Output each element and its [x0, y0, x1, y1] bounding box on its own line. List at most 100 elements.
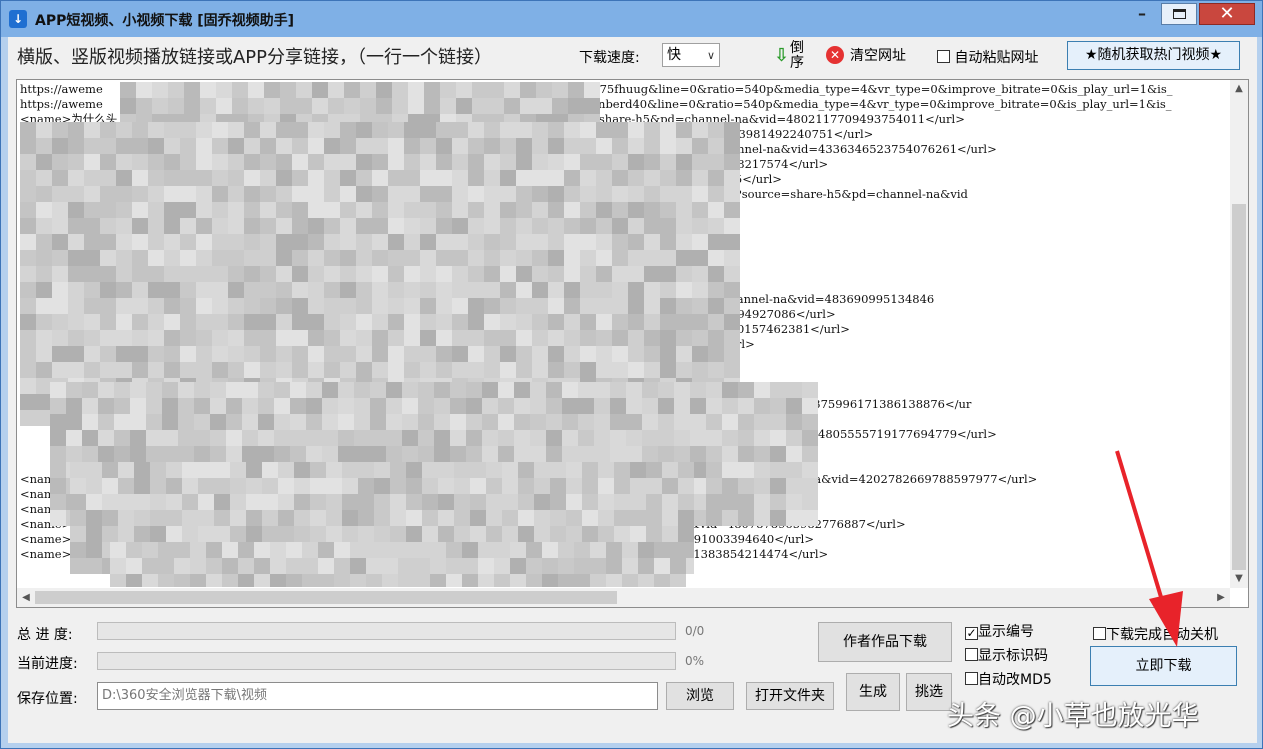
mosaic-cell: [290, 446, 306, 462]
checkbox-box[interactable]: [965, 648, 978, 661]
download-now-button[interactable]: 立即下载: [1090, 646, 1237, 686]
show-number-checkbox[interactable]: ✓显示编号: [965, 621, 1034, 641]
mosaic-cell: [594, 446, 610, 462]
mosaic-cell: [706, 446, 722, 462]
checkbox-box[interactable]: [937, 50, 950, 63]
mosaic-cell: [564, 282, 580, 298]
scroll-right-icon[interactable]: ▶: [1212, 588, 1230, 607]
mosaic-cell: [612, 218, 628, 234]
mosaic-cell: [136, 82, 152, 98]
mosaic-cell: [550, 494, 566, 510]
vertical-scroll-thumb[interactable]: [1232, 204, 1246, 570]
mosaic-cell: [356, 314, 372, 330]
mosaic-cell: [134, 478, 150, 494]
vertical-scrollbar[interactable]: ▲ ▼: [1230, 80, 1248, 588]
mosaic-cell: [276, 330, 292, 346]
mosaic-cell: [386, 446, 402, 462]
scroll-left-icon[interactable]: ◀: [17, 588, 35, 607]
mosaic-cell: [470, 494, 486, 510]
browse-button[interactable]: 浏览: [666, 682, 734, 710]
mosaic-cell: [642, 382, 658, 398]
mosaic-cell: [182, 462, 198, 478]
mosaic-cell: [20, 330, 36, 346]
mosaic-cell: [354, 414, 370, 430]
clear-urls-button[interactable]: ✕ 清空网址: [826, 45, 906, 67]
links-textarea[interactable]: https://aweme https://aweme <name>为什么头 <nam…: [16, 79, 1249, 608]
mosaic-cell: [580, 282, 596, 298]
mosaic-cell: [98, 414, 114, 430]
mosaic-cell: [404, 266, 420, 282]
mosaic-cell: [340, 266, 356, 282]
reverse-order-button[interactable]: ⇩ 倒序: [774, 39, 814, 71]
generate-button[interactable]: 生成: [846, 673, 900, 711]
mosaic-cell: [676, 298, 692, 314]
mosaic-cell: [318, 542, 334, 558]
title-bar[interactable]: ↓ APP短视频、小视频下载 [固乔视频助手] – ✕: [1, 1, 1262, 37]
mosaic-cell: [596, 298, 612, 314]
auto-md5-checkbox[interactable]: 自动改MD5: [965, 669, 1052, 689]
mosaic-cell: [404, 346, 420, 362]
mosaic-cell: [722, 382, 738, 398]
mosaic-cell: [422, 494, 438, 510]
maximize-button[interactable]: [1161, 3, 1197, 25]
random-hot-videos-button[interactable]: ★随机获取热门视频★: [1067, 41, 1240, 70]
mosaic-cell: [580, 186, 596, 202]
mosaic-cell: [150, 478, 166, 494]
mosaic-cell: [52, 154, 68, 170]
mosaic-cell: [68, 202, 84, 218]
show-id-checkbox[interactable]: 显示标识码: [965, 645, 1048, 665]
close-button[interactable]: ✕: [1199, 3, 1255, 25]
mosaic-cell: [36, 346, 52, 362]
mosaic-cell: [52, 234, 68, 250]
mosaic-cell: [500, 298, 516, 314]
scroll-down-icon[interactable]: ▼: [1230, 570, 1248, 588]
mosaic-cell: [598, 478, 614, 494]
mosaic-cell: [678, 478, 694, 494]
mosaic-cell: [274, 382, 290, 398]
mosaic-cell: [420, 218, 436, 234]
autopaste-checkbox[interactable]: 自动粘贴网址: [937, 47, 1038, 67]
scroll-up-icon[interactable]: ▲: [1230, 80, 1248, 98]
mosaic-cell: [582, 462, 598, 478]
mosaic-cell: [500, 170, 516, 186]
author-works-download-button[interactable]: 作者作品下载: [818, 622, 952, 662]
mosaic-cell: [510, 558, 526, 574]
minimize-button[interactable]: –: [1127, 2, 1157, 28]
links-text: https://aweme https://aweme <name>为什么头 <nam…: [20, 82, 1225, 587]
mosaic-cell: [660, 250, 676, 266]
mosaic-cell: [324, 362, 340, 378]
speed-select[interactable]: 快 ∨: [662, 43, 720, 67]
mosaic-cell: [70, 462, 86, 478]
mosaic-cell: [110, 574, 126, 587]
mosaic-cell: [198, 478, 214, 494]
mosaic-cell: [260, 314, 276, 330]
horizontal-scrollbar[interactable]: ◀ ▶: [17, 588, 1230, 607]
checkbox-box[interactable]: [965, 672, 978, 685]
mosaic-cell: [484, 346, 500, 362]
horizontal-scroll-thumb[interactable]: [35, 591, 617, 604]
mosaic-cell: [402, 398, 418, 414]
mosaic-cell: [164, 314, 180, 330]
mosaic-cell: [20, 250, 36, 266]
pick-button[interactable]: 挑选: [906, 673, 952, 711]
mosaic-cell: [376, 98, 392, 114]
mosaic-cell: [164, 266, 180, 282]
mosaic-cell: [194, 430, 210, 446]
mosaic-cell: [676, 266, 692, 282]
mosaic-cell: [388, 282, 404, 298]
mosaic-cell: [212, 250, 228, 266]
mosaic-cell: [146, 382, 162, 398]
mosaic-cell: [532, 154, 548, 170]
mosaic-cell: [738, 398, 754, 414]
mosaic-cell: [324, 282, 340, 298]
mosaic-cell: [420, 138, 436, 154]
mosaic-cell: [356, 282, 372, 298]
mosaic-cell: [612, 122, 628, 138]
save-path-input[interactable]: D:\360安全浏览器下载\视频: [97, 682, 658, 710]
open-folder-button[interactable]: 打开文件夹: [746, 682, 834, 710]
mosaic-cell: [558, 558, 574, 574]
check-icon[interactable]: ✓: [965, 627, 978, 640]
mosaic-cell: [102, 462, 118, 478]
mosaic-cell: [262, 462, 278, 478]
mosaic-cell: [722, 478, 738, 494]
